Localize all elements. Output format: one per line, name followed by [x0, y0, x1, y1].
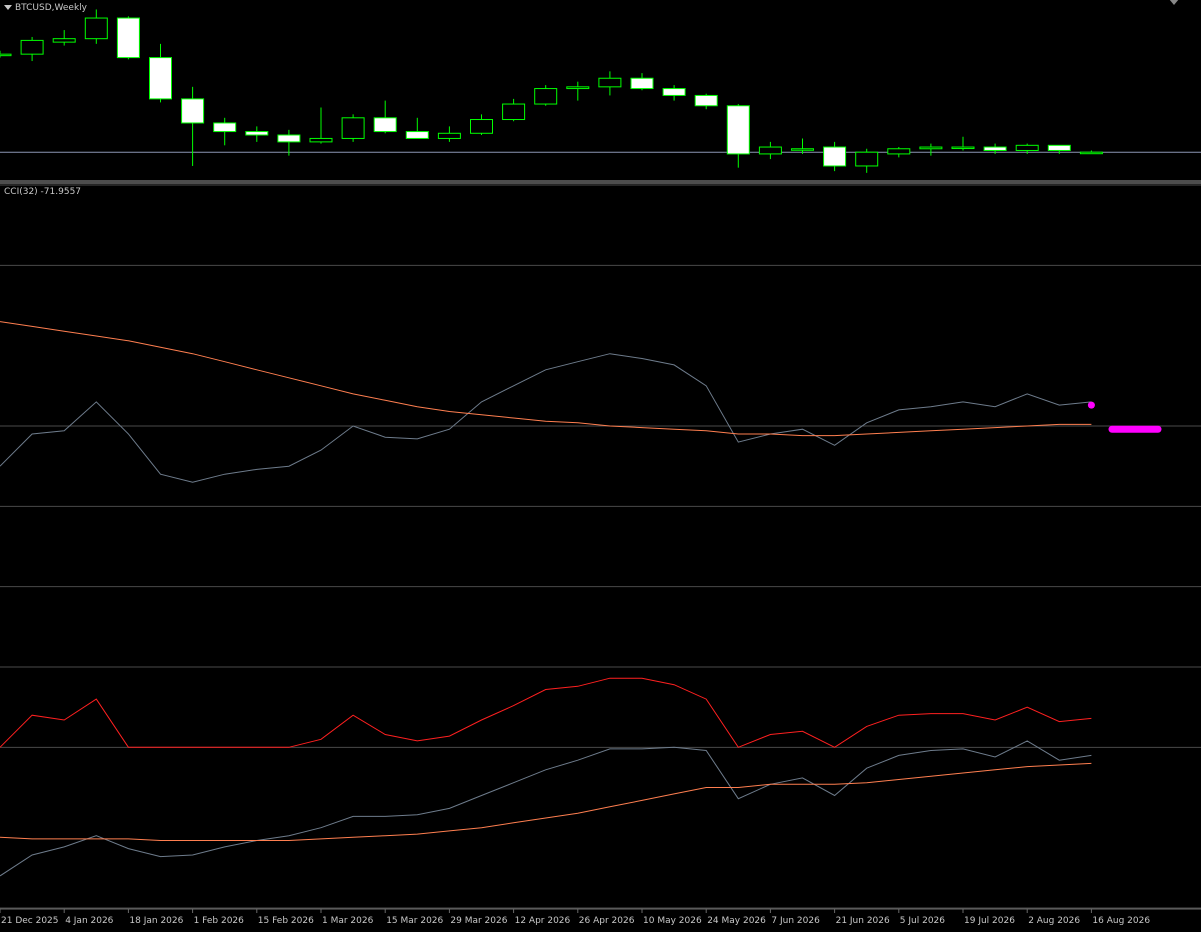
candle-body: [405, 131, 429, 139]
candle-body: [437, 132, 461, 139]
x-tick-label: 4 Jan 2026: [65, 916, 113, 926]
candle-body: [791, 148, 814, 151]
indicator-series-line: [0, 740, 1092, 877]
indicator-series-line: [0, 677, 1092, 748]
x-tick-label: 21 Jun 2026: [836, 916, 890, 926]
candle-body: [823, 146, 847, 167]
x-tick-label: 24 May 2026: [707, 916, 766, 926]
x-tick-label: 1 Feb 2026: [194, 916, 245, 926]
x-tick-label: 7 Jun 2026: [771, 916, 820, 926]
x-tick-label: 5 Jul 2026: [900, 916, 945, 926]
x-tick-label: 29 Mar 2026: [450, 916, 507, 926]
scroll-arrow-icon[interactable]: [1169, 0, 1179, 5]
candle-body: [758, 146, 782, 155]
candle-body: [373, 117, 397, 133]
x-tick-label: 15 Mar 2026: [386, 916, 443, 926]
candle-body: [951, 146, 975, 150]
candle-body: [1047, 144, 1071, 151]
candle-body: [566, 86, 590, 90]
candle-body: [84, 17, 108, 40]
indicator-series-line: [0, 321, 1092, 437]
candle-body: [662, 88, 686, 96]
x-tick-label: 18 Jan 2026: [129, 916, 183, 926]
candle-body: [855, 151, 879, 167]
candle-body: [887, 148, 911, 155]
x-tick-label: 21 Dec 2025: [1, 916, 59, 926]
x-tick-label: 15 Feb 2026: [258, 916, 314, 926]
candle-body: [630, 77, 654, 90]
candle-body: [181, 98, 205, 124]
candle-body: [149, 57, 172, 100]
candle-body: [52, 38, 76, 43]
candle-body: [245, 131, 269, 136]
chart-title-text: BTCUSD,Weekly: [15, 3, 88, 13]
candle-body: [470, 119, 493, 134]
indicator-marker-dot: [1087, 401, 1095, 409]
candle-body: [726, 105, 750, 155]
candle-body: [213, 122, 237, 133]
candle-body: [341, 117, 365, 139]
candle-body: [534, 88, 558, 105]
x-tick-label: 1 Mar 2026: [322, 916, 374, 926]
candle-body: [116, 17, 140, 59]
indicator-series-line: [0, 762, 1092, 841]
x-tick-label: 10 May 2026: [643, 916, 702, 926]
candle-body: [502, 103, 526, 121]
x-tick-label: 19 Jul 2026: [964, 916, 1015, 926]
dropdown-triangle-icon[interactable]: [4, 5, 12, 10]
candle-body: [919, 146, 943, 150]
chart-canvas[interactable]: 21 Dec 2025 4 Jan 2026 18 Jan 2026 1 Feb 20…: [0, 0, 1201, 928]
candle-body: [0, 53, 12, 57]
candle-body: [694, 94, 718, 107]
candle-body: [598, 77, 622, 88]
candle-body: [1015, 144, 1039, 151]
candle-body: [277, 134, 301, 143]
x-tick-label: 2 Aug 2026: [1028, 916, 1080, 926]
x-tick-label: 12 Apr 2026: [515, 916, 571, 926]
x-tick-label: 16 Aug 2026: [1092, 916, 1150, 926]
indicator-series-line: [0, 353, 1092, 483]
chart-window[interactable]: 21 Dec 2025 4 Jan 2026 18 Jan 2026 1 Feb 20…: [0, 0, 1201, 928]
indicator-title: CCI(32) -71.9557: [4, 187, 82, 197]
candle-body: [20, 39, 44, 55]
x-tick-label: 26 Apr 2026: [579, 916, 635, 926]
candle-body: [309, 137, 333, 143]
chart-title[interactable]: BTCUSD,Weekly: [4, 3, 87, 14]
candle-body: [983, 146, 1007, 151]
candle-body: [1079, 151, 1103, 155]
